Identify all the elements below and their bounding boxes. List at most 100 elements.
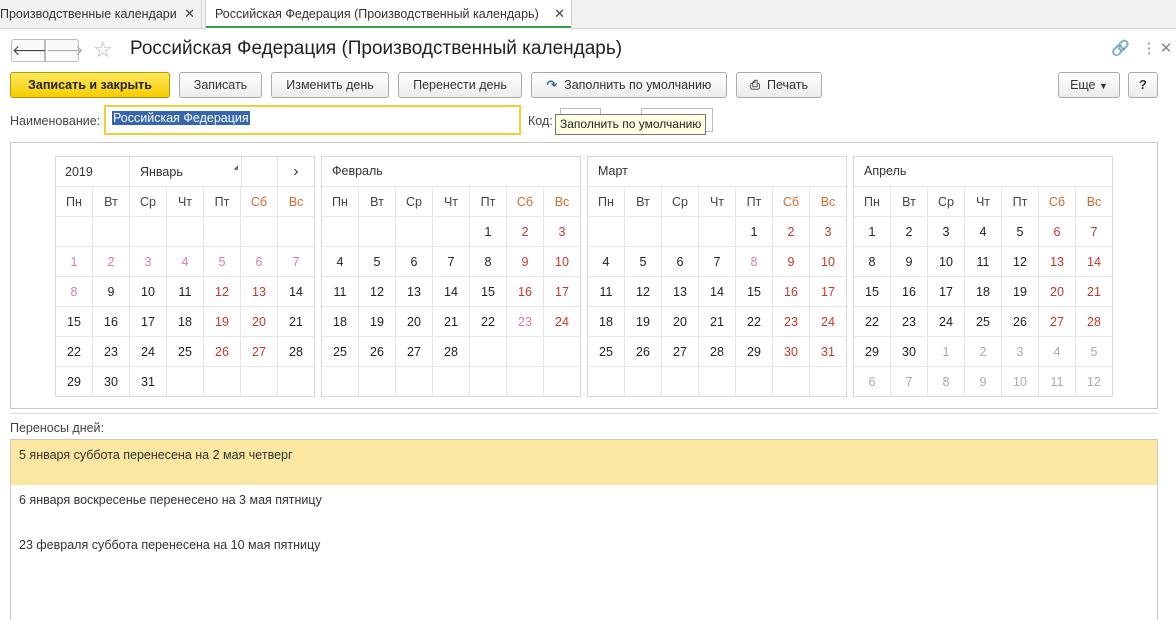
day-cell[interactable]: 20 xyxy=(662,307,699,337)
day-cell[interactable]: 3 xyxy=(130,247,167,277)
day-cell[interactable]: 10 xyxy=(544,247,580,277)
day-cell[interactable]: 5 xyxy=(204,247,241,277)
day-cell[interactable]: 5 xyxy=(1002,217,1039,247)
day-cell[interactable]: 16 xyxy=(507,277,544,307)
more-vertical-icon[interactable]: ⋮ xyxy=(1140,40,1158,58)
list-item[interactable]: 5 января суббота перенесена на 2 мая чет… xyxy=(11,440,1157,485)
day-cell[interactable]: 22 xyxy=(470,307,507,337)
day-cell[interactable]: 15 xyxy=(854,277,891,307)
day-cell[interactable]: 29 xyxy=(854,337,891,367)
day-cell[interactable]: 9 xyxy=(965,367,1002,397)
day-cell[interactable]: 21 xyxy=(278,307,314,337)
day-cell[interactable]: 1 xyxy=(854,217,891,247)
day-cell[interactable]: 23 xyxy=(507,307,544,337)
day-cell[interactable]: 18 xyxy=(322,307,359,337)
day-cell[interactable]: 9 xyxy=(773,247,810,277)
day-cell[interactable]: 19 xyxy=(359,307,396,337)
year-selector[interactable]: 2019 xyxy=(56,157,130,187)
day-cell[interactable]: 2 xyxy=(965,337,1002,367)
day-cell[interactable]: 19 xyxy=(625,307,662,337)
day-cell[interactable]: 5 xyxy=(1076,337,1112,367)
day-cell[interactable]: 18 xyxy=(588,307,625,337)
day-cell[interactable]: 10 xyxy=(1002,367,1039,397)
day-cell[interactable]: 25 xyxy=(322,337,359,367)
day-cell[interactable]: 22 xyxy=(854,307,891,337)
day-cell[interactable]: 6 xyxy=(241,247,278,277)
day-cell[interactable]: 5 xyxy=(625,247,662,277)
day-cell[interactable]: 4 xyxy=(322,247,359,277)
list-item[interactable]: 6 января воскресенье перенесено на 3 мая… xyxy=(11,485,1157,530)
day-cell[interactable]: 2 xyxy=(93,247,130,277)
day-cell[interactable]: 7 xyxy=(1076,217,1112,247)
day-cell[interactable]: 10 xyxy=(810,247,846,277)
day-cell[interactable]: 24 xyxy=(810,307,846,337)
day-cell[interactable]: 4 xyxy=(167,247,204,277)
day-cell[interactable]: 22 xyxy=(56,337,93,367)
day-cell[interactable]: 8 xyxy=(928,367,965,397)
day-cell[interactable]: 30 xyxy=(93,367,130,397)
day-cell[interactable]: 16 xyxy=(93,307,130,337)
day-cell[interactable]: 10 xyxy=(130,277,167,307)
day-cell[interactable]: 28 xyxy=(1076,307,1112,337)
day-cell[interactable]: 17 xyxy=(810,277,846,307)
day-cell[interactable]: 9 xyxy=(93,277,130,307)
day-cell[interactable]: 1 xyxy=(928,337,965,367)
day-cell[interactable]: 13 xyxy=(662,277,699,307)
day-cell[interactable]: 19 xyxy=(204,307,241,337)
day-cell[interactable]: 21 xyxy=(433,307,470,337)
day-cell[interactable]: 8 xyxy=(470,247,507,277)
day-cell[interactable]: 7 xyxy=(433,247,470,277)
save-and-close-button[interactable]: Записать и закрыть xyxy=(10,72,170,98)
day-cell[interactable]: 7 xyxy=(699,247,736,277)
day-cell[interactable]: 29 xyxy=(736,337,773,367)
day-cell[interactable]: 3 xyxy=(928,217,965,247)
day-cell[interactable]: 13 xyxy=(1039,247,1076,277)
day-cell[interactable]: 21 xyxy=(699,307,736,337)
day-cell[interactable]: 20 xyxy=(1039,277,1076,307)
close-icon[interactable]: ✕ xyxy=(1157,40,1175,58)
day-cell[interactable]: 1 xyxy=(56,247,93,277)
day-cell[interactable]: 14 xyxy=(433,277,470,307)
day-cell[interactable]: 17 xyxy=(130,307,167,337)
day-cell[interactable]: 11 xyxy=(1039,367,1076,397)
day-cell[interactable]: 1 xyxy=(470,217,507,247)
day-cell[interactable]: 20 xyxy=(396,307,433,337)
day-cell[interactable]: 25 xyxy=(965,307,1002,337)
day-cell[interactable]: 13 xyxy=(396,277,433,307)
day-cell[interactable]: 11 xyxy=(965,247,1002,277)
day-cell[interactable]: 19 xyxy=(1002,277,1039,307)
day-cell[interactable]: 25 xyxy=(167,337,204,367)
day-cell[interactable]: 31 xyxy=(130,367,167,397)
day-cell[interactable]: 5 xyxy=(359,247,396,277)
list-item[interactable]: 23 февраля суббота перенесена на 10 мая … xyxy=(11,530,1157,575)
day-cell[interactable]: 7 xyxy=(278,247,314,277)
day-cell[interactable]: 4 xyxy=(965,217,1002,247)
day-cell[interactable]: 12 xyxy=(1076,367,1112,397)
day-cell[interactable]: 27 xyxy=(1039,307,1076,337)
day-cell[interactable]: 30 xyxy=(891,337,928,367)
day-cell[interactable]: 12 xyxy=(204,277,241,307)
day-cell[interactable]: 29 xyxy=(56,367,93,397)
day-cell[interactable]: 24 xyxy=(130,337,167,367)
change-day-button[interactable]: Изменить день xyxy=(271,72,389,98)
day-cell[interactable]: 28 xyxy=(433,337,470,367)
day-cell[interactable]: 9 xyxy=(891,247,928,277)
day-cell[interactable]: 2 xyxy=(507,217,544,247)
day-cell[interactable]: 14 xyxy=(278,277,314,307)
day-cell[interactable]: 28 xyxy=(278,337,314,367)
day-cell[interactable]: 23 xyxy=(93,337,130,367)
day-cell[interactable]: 11 xyxy=(322,277,359,307)
day-cell[interactable]: 9 xyxy=(507,247,544,277)
day-cell[interactable]: 14 xyxy=(699,277,736,307)
day-cell[interactable]: 18 xyxy=(167,307,204,337)
move-day-button[interactable]: Перенести день xyxy=(398,72,522,98)
back-button[interactable]: 🡐 xyxy=(11,39,50,62)
close-icon[interactable]: ✕ xyxy=(184,0,195,28)
day-cell[interactable]: 16 xyxy=(891,277,928,307)
transfers-list[interactable]: 5 января суббота перенесена на 2 мая чет… xyxy=(10,439,1158,620)
day-cell[interactable]: 18 xyxy=(965,277,1002,307)
day-cell[interactable]: 24 xyxy=(928,307,965,337)
day-cell[interactable]: 25 xyxy=(588,337,625,367)
day-cell[interactable]: 23 xyxy=(891,307,928,337)
day-cell[interactable]: 12 xyxy=(359,277,396,307)
